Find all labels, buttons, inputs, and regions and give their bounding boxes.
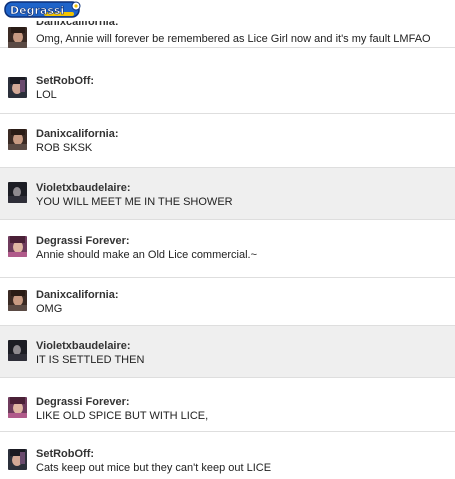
user-avatar[interactable]	[8, 290, 27, 311]
chat-message: Violetxbaudelaire: IT IS SETTLED THEN	[0, 326, 455, 378]
message-text: Omg, Annie will forever be remembered as…	[36, 33, 431, 45]
message-username[interactable]: SetRobOff:	[36, 75, 94, 88]
message-username[interactable]: SetRobOff:	[36, 448, 94, 461]
message-username[interactable]: Danixcalifornia:	[36, 21, 119, 29]
message-username[interactable]: Degrassi Forever:	[36, 235, 130, 248]
chat-window: Degrassi Danixcalifornia: Omg, Annie wil…	[0, 0, 455, 479]
message-text: LIKE OLD SPICE BUT WITH LICE,	[36, 410, 209, 422]
chat-message: Degrassi Forever: Annie should make an O…	[0, 220, 455, 278]
message-text: IT IS SETTLED THEN	[36, 354, 145, 366]
degrassi-logo[interactable]: Degrassi	[4, 0, 82, 20]
chat-message: Danixcalifornia: ROB SKSK	[0, 114, 455, 168]
message-text: Cats keep out mice but they can't keep o…	[36, 462, 272, 474]
user-avatar[interactable]	[8, 236, 27, 257]
message-username[interactable]: Degrassi Forever:	[36, 396, 130, 409]
logo-text: Degrassi	[10, 4, 64, 17]
user-avatar[interactable]	[8, 340, 27, 361]
chat-message-list[interactable]: Danixcalifornia: Omg, Annie will forever…	[0, 0, 455, 479]
message-username[interactable]: Violetxbaudelaire:	[36, 182, 131, 195]
message-text: YOU WILL MEET ME IN THE SHOWER	[36, 196, 233, 208]
message-username[interactable]: Danixcalifornia:	[36, 289, 119, 302]
chat-message: Degrassi Forever: LIKE OLD SPICE BUT WIT…	[0, 378, 455, 432]
user-avatar[interactable]	[8, 77, 27, 98]
message-username[interactable]: Violetxbaudelaire:	[36, 340, 131, 353]
user-avatar[interactable]	[8, 449, 27, 470]
message-text: Annie should make an Old Lice commercial…	[36, 249, 258, 261]
user-avatar[interactable]	[8, 27, 27, 48]
chat-message: SetRobOff: LOL	[0, 48, 455, 114]
user-avatar[interactable]	[8, 182, 27, 203]
user-avatar[interactable]	[8, 129, 27, 150]
user-avatar[interactable]	[8, 397, 27, 418]
chat-message: SetRobOff: Cats keep out mice but they c…	[0, 432, 455, 479]
chat-message: Violetxbaudelaire: YOU WILL MEET ME IN T…	[0, 168, 455, 220]
message-username[interactable]: Danixcalifornia:	[36, 128, 119, 141]
message-text: LOL	[36, 89, 57, 101]
message-text: OMG	[36, 303, 63, 315]
chat-message: Danixcalifornia: OMG	[0, 278, 455, 326]
message-text: ROB SKSK	[36, 142, 93, 154]
